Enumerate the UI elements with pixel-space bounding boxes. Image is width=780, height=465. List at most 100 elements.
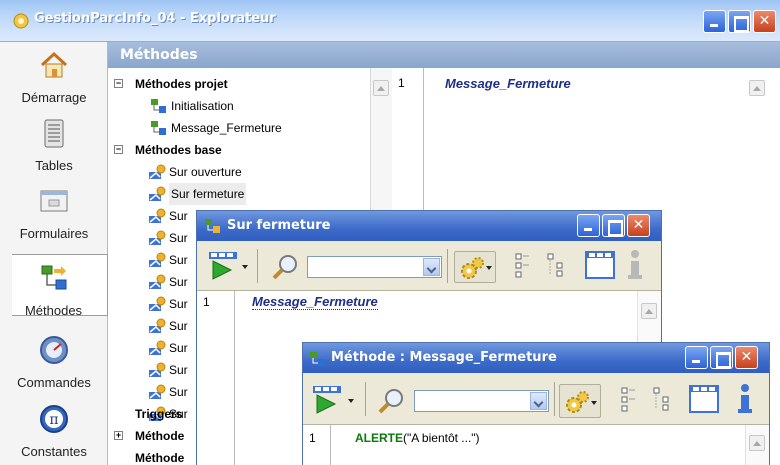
run-icon[interactable]	[207, 251, 239, 281]
search-icon[interactable]	[377, 387, 405, 415]
tree-group-label: Méthodes base	[135, 143, 222, 157]
tree-item[interactable]: Sur ouverture	[108, 161, 358, 183]
tree-group-base[interactable]: − Méthodes base	[108, 139, 358, 161]
form-icon	[40, 190, 68, 212]
database-method-icon	[149, 318, 166, 333]
section-title: Méthodes	[120, 47, 198, 63]
expand-icon[interactable]: +	[114, 431, 123, 440]
method-properties-button[interactable]	[559, 384, 601, 418]
scroll-up-icon[interactable]	[749, 435, 765, 451]
scroll-up-icon[interactable]	[373, 80, 389, 96]
tree-group-projet[interactable]: − Méthodes projet	[108, 73, 358, 95]
minimize-icon	[578, 215, 599, 236]
expand-all-icon[interactable]	[653, 387, 677, 413]
method-icon	[41, 265, 66, 290]
sub-code-editor[interactable]: 1 ALERTE("A bientôt ...")	[303, 425, 769, 465]
sub-title-bar[interactable]: Méthode : Message_Fermeture ✕	[303, 343, 769, 373]
toolbar-separator	[365, 382, 366, 416]
sub-title-bar[interactable]: Sur fermeture ✕	[197, 211, 661, 241]
close-icon: ✕	[740, 349, 753, 365]
maximize-icon	[711, 347, 732, 368]
form-editor-icon[interactable]	[585, 251, 615, 279]
maximize-button[interactable]	[728, 10, 751, 33]
info-icon[interactable]	[735, 383, 755, 415]
info-icon[interactable]	[625, 249, 645, 281]
collapse-all-icon[interactable]	[621, 387, 637, 413]
sub-scrollbar[interactable]	[745, 425, 769, 465]
collapse-icon[interactable]: −	[114, 79, 123, 88]
tree-item[interactable]: Message_Fermeture	[108, 117, 358, 139]
line-number: 1	[203, 295, 210, 309]
database-method-icon	[205, 219, 220, 233]
line-gutter: 1	[197, 291, 235, 465]
close-icon: ✕	[632, 217, 645, 233]
sidebar-item-demarrage[interactable]: Démarrage	[0, 42, 108, 105]
database-method-icon	[149, 384, 166, 399]
scroll-up-icon[interactable]	[749, 80, 765, 96]
house-icon	[40, 51, 68, 78]
chevron-down-icon[interactable]	[530, 392, 547, 410]
sidebar-item-tables[interactable]: Tables	[0, 110, 108, 173]
run-icon[interactable]	[311, 385, 343, 415]
code-line[interactable]: ALERTE("A bientôt ...")	[355, 431, 480, 445]
sidebar-item-label: Tables	[35, 158, 73, 173]
tree-item[interactable]: Sur fermeture	[108, 183, 358, 205]
gear-dropdown-icon[interactable]	[590, 387, 598, 417]
tree-item-label: Sur	[169, 209, 188, 223]
sidebar-item-label: Commandes	[17, 375, 91, 390]
tree-item-label: Sur	[169, 253, 188, 267]
sidebar-item-constantes[interactable]: π Constantes	[0, 396, 108, 459]
tree-item-label: Sur	[169, 341, 188, 355]
sidebar-item-label: Constantes	[21, 444, 87, 459]
database-method-icon	[149, 230, 166, 245]
minimize-button[interactable]	[685, 346, 708, 369]
sub-window-title: Sur fermeture	[227, 218, 331, 233]
toolbar-separator	[447, 249, 448, 283]
method-properties-button[interactable]	[454, 251, 496, 283]
expand-all-icon[interactable]	[547, 253, 571, 279]
collapse-all-icon[interactable]	[515, 253, 531, 279]
run-dropdown-icon[interactable]	[347, 385, 355, 415]
database-method-icon	[149, 296, 166, 311]
minimize-icon	[704, 11, 725, 32]
tree-item-label: Sur	[169, 297, 188, 311]
tree-item[interactable]: Initialisation	[108, 95, 358, 117]
tree-item-label: Sur	[169, 385, 188, 399]
maximize-button[interactable]	[602, 214, 625, 237]
close-button[interactable]: ✕	[753, 10, 776, 33]
close-button[interactable]: ✕	[735, 346, 758, 369]
tree-item-label: Sur	[169, 363, 188, 377]
chevron-down-icon[interactable]	[423, 258, 440, 276]
maximize-button[interactable]	[710, 346, 733, 369]
project-method-icon	[151, 99, 166, 113]
table-icon	[44, 119, 64, 148]
database-method-icon	[149, 186, 166, 201]
gear-dropdown-icon[interactable]	[485, 252, 493, 282]
collapse-icon[interactable]: −	[114, 145, 123, 154]
sidebar-item-commandes[interactable]: Commandes	[0, 327, 108, 390]
toolbar-separator	[554, 382, 555, 416]
close-button[interactable]: ✕	[627, 214, 650, 237]
search-field[interactable]	[307, 256, 442, 278]
sidebar: Démarrage Tables Formulaires Méthodes Co…	[0, 42, 108, 465]
run-dropdown-icon[interactable]	[241, 251, 249, 281]
tree-group-label: Triggers	[135, 407, 183, 421]
minimize-button[interactable]	[703, 10, 726, 33]
code-line[interactable]: Message_Fermeture	[445, 76, 571, 91]
search-icon[interactable]	[271, 253, 299, 281]
toolbar	[303, 373, 769, 425]
line-gutter: 1	[303, 425, 331, 465]
maximize-icon	[729, 11, 750, 32]
code-line[interactable]: Message_Fermeture	[252, 294, 378, 310]
minimize-icon	[686, 347, 707, 368]
line-number: 1	[398, 76, 405, 90]
window-methode-message[interactable]: Méthode : Message_Fermeture ✕ 1 ALERTE("…	[302, 342, 770, 465]
sidebar-item-formulaires[interactable]: Formulaires	[0, 178, 108, 241]
form-editor-icon[interactable]	[689, 385, 719, 413]
main-title-bar[interactable]: GestionParcInfo_04 - Explorateur ✕	[0, 0, 780, 42]
sidebar-item-methodes[interactable]: Méthodes	[12, 254, 108, 318]
tree-item-label: Sur	[169, 319, 188, 333]
minimize-button[interactable]	[577, 214, 600, 237]
scroll-up-icon[interactable]	[641, 303, 657, 319]
search-field[interactable]	[414, 390, 549, 412]
